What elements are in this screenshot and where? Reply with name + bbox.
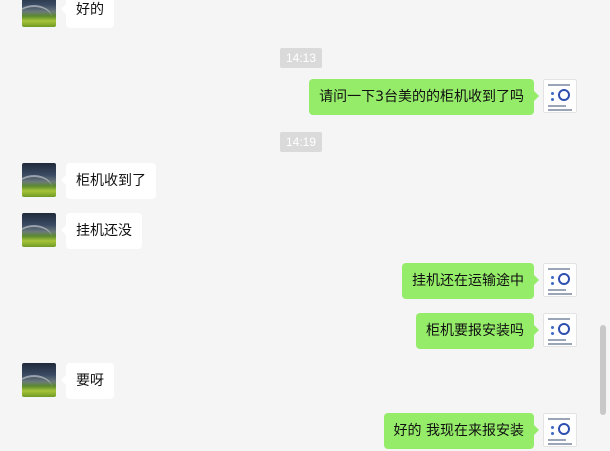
message-bubble-incoming[interactable]: 好的 — [61, 0, 114, 28]
message-bubble-incoming[interactable]: 挂机还没 — [61, 213, 142, 249]
contact-avatar[interactable] — [22, 163, 56, 197]
message-bubble-outgoing[interactable]: 好的 我现在来报安装 — [383, 413, 540, 449]
user-avatar[interactable] — [543, 263, 577, 297]
message-bubble-outgoing[interactable]: 柜机要报安装吗 — [416, 313, 539, 349]
scrollbar-thumb[interactable] — [600, 325, 606, 415]
contact-avatar[interactable] — [22, 0, 56, 27]
timestamp: 14:19 — [280, 132, 323, 152]
user-avatar[interactable] — [543, 79, 577, 113]
message-bubble-outgoing[interactable]: 请问一下3台美的的柜机收到了吗 — [309, 79, 539, 115]
message-bubble-outgoing[interactable]: 挂机还在运输途中 — [402, 263, 539, 299]
chat-window: 好的 14:13 请问一下3台美的的柜机收到了吗 14:19 柜机收到了 挂机还… — [0, 0, 610, 451]
message-bubble-incoming[interactable]: 要呀 — [61, 363, 114, 399]
contact-avatar[interactable] — [22, 213, 56, 247]
contact-avatar[interactable] — [22, 363, 56, 397]
user-avatar[interactable] — [543, 413, 577, 447]
message-bubble-incoming[interactable]: 柜机收到了 — [61, 163, 156, 199]
user-avatar[interactable] — [543, 313, 577, 347]
timestamp: 14:13 — [280, 48, 323, 68]
